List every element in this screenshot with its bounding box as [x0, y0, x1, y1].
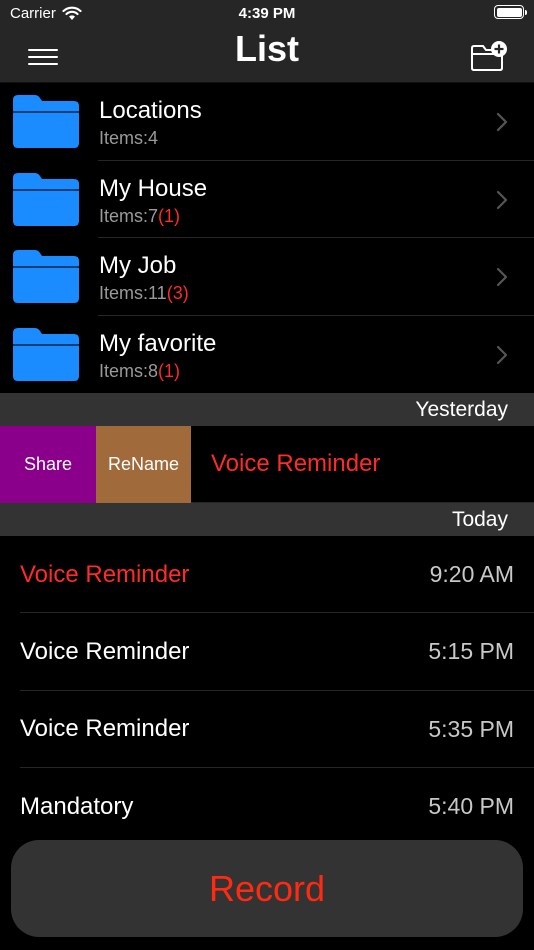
folder-name: My House — [99, 174, 208, 202]
reminder-row[interactable]: Voice Reminder 5:35 PM — [0, 691, 534, 769]
folder-icon — [13, 95, 79, 148]
folder-row[interactable]: My House Items:7(1) — [0, 161, 534, 239]
folder-icon — [13, 172, 79, 226]
reminder-row[interactable]: Mandatory 5:40 PM — [0, 768, 534, 845]
chevron-right-icon — [496, 190, 508, 209]
folder-count: Items:7(1) — [99, 205, 181, 226]
add-folder-button[interactable] — [470, 40, 508, 72]
battery-fill — [496, 7, 522, 17]
folder-name: My Job — [99, 252, 177, 279]
reminder-title: Voice Reminder — [20, 560, 190, 588]
folder-name: Locations — [99, 97, 202, 124]
status-bar: Carrier 4:39 PM — [0, 0, 534, 28]
folder-count: Items:4 — [99, 128, 159, 148]
rename-button[interactable]: ReName — [96, 425, 191, 503]
chevron-right-icon — [496, 345, 508, 364]
folder-row[interactable]: Locations Items:4 — [0, 83, 534, 161]
reminder-row[interactable]: Voice Reminder 9:20 AM — [0, 536, 534, 614]
folder-add-icon — [471, 41, 507, 71]
folder-count: Items:8(1) — [99, 360, 181, 381]
unread-count: (3) — [166, 283, 189, 303]
status-right — [494, 5, 527, 19]
nav-bar: List — [0, 28, 534, 83]
share-button[interactable]: Share — [0, 425, 96, 503]
reminder-time: 5:40 PM — [428, 793, 514, 820]
folder-count: Items:11(3) — [99, 283, 189, 303]
reminder-time: 9:20 AM — [429, 561, 514, 588]
folder-list: Locations Items:4 My House Items:7(1) My… — [0, 83, 534, 393]
chevron-right-icon — [496, 112, 508, 132]
battery-icon — [494, 5, 527, 19]
unread-count: (1) — [158, 205, 181, 226]
reminder-title: Voice Reminder — [211, 450, 381, 477]
chevron-right-icon — [496, 267, 508, 287]
reminder-time: 5:35 PM — [428, 715, 514, 742]
record-button[interactable]: Record — [11, 840, 523, 937]
folder-icon — [13, 327, 79, 381]
section-header-today: Today — [0, 503, 534, 536]
page-title: List — [234, 28, 299, 69]
folder-row[interactable]: My Job Items:11(3) — [0, 238, 534, 316]
reminder-title: Voice Reminder — [20, 637, 190, 665]
reminder-title: Mandatory — [20, 792, 134, 820]
reminder-list: Voice Reminder 9:20 AM Voice Reminder 5:… — [0, 536, 534, 845]
reminder-time: 5:15 PM — [428, 638, 514, 665]
swiped-reminder-row[interactable]: Share ReName Voice Reminder — [0, 425, 534, 503]
folder-icon — [13, 250, 79, 303]
reminder-title: Voice Reminder — [20, 715, 190, 743]
status-time: 4:39 PM — [238, 5, 296, 22]
section-header-yesterday: Yesterday — [0, 393, 534, 426]
folder-name: My favorite — [99, 329, 217, 357]
folder-row[interactable]: My favorite Items:8(1) — [0, 316, 534, 394]
reminder-row[interactable]: Voice Reminder 5:15 PM — [0, 613, 534, 691]
unread-count: (1) — [158, 360, 181, 381]
